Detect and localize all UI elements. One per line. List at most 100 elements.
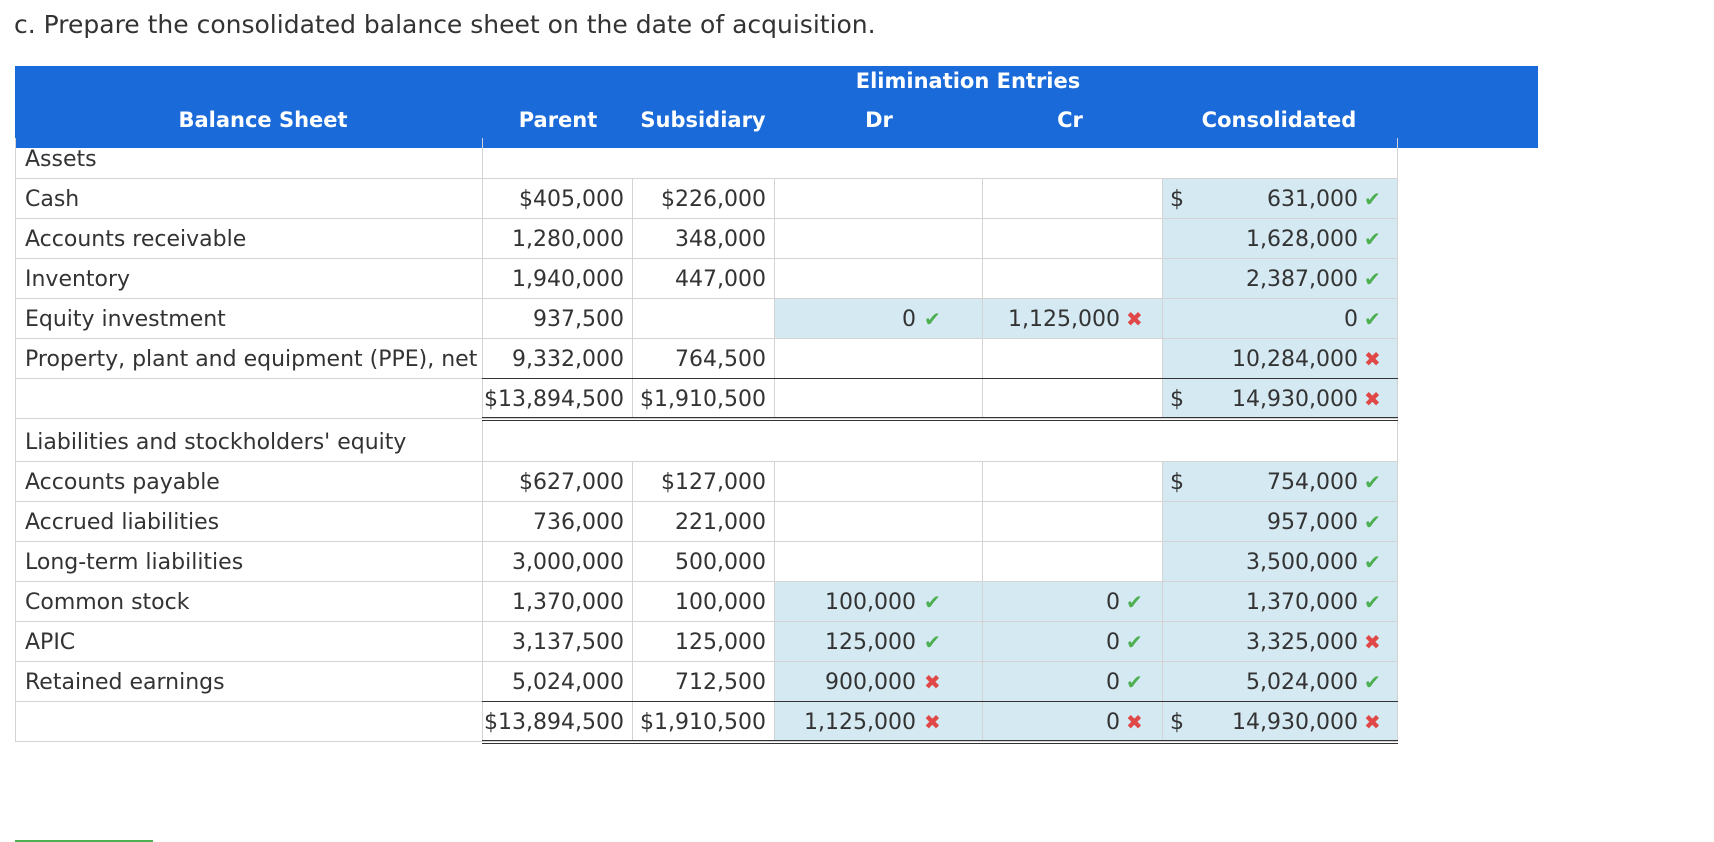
consolidated-input[interactable]: 754,000 [1162, 461, 1358, 503]
header-dr: Dr [865, 108, 893, 132]
header-balance-sheet: Balance Sheet [178, 108, 348, 132]
consolidated-input[interactable]: 1,370,000 [1162, 581, 1358, 623]
header-elimination-entries: Elimination Entries [855, 69, 1081, 93]
parent-value: 3,137,500 [512, 630, 624, 655]
subsidiary-value: 712,500 [675, 670, 766, 695]
consolidated-input[interactable]: 3,325,000 [1162, 621, 1358, 663]
cr-input [982, 501, 1120, 543]
parent-value: $13,894,500 [484, 387, 624, 412]
consolidated-input[interactable]: 14,930,000 [1162, 701, 1358, 743]
check-icon: ✔ [1126, 590, 1143, 614]
parent-value: $405,000 [519, 187, 624, 212]
cr-input[interactable]: 1,125,000 [982, 298, 1120, 340]
total-rule [482, 701, 1398, 702]
row-label [15, 701, 482, 743]
check-icon: ✔ [1364, 470, 1381, 494]
cross-icon: ✖ [1126, 307, 1143, 331]
dr-input [774, 338, 916, 380]
check-icon: ✔ [1364, 670, 1381, 694]
subsidiary-value: $127,000 [661, 470, 766, 495]
consolidated-input[interactable]: 1,628,000 [1162, 218, 1358, 260]
cross-icon: ✖ [1364, 710, 1381, 734]
cr-input[interactable]: 0 [982, 581, 1120, 623]
cross-icon: ✖ [924, 710, 941, 734]
row-label: Cash [25, 187, 80, 212]
dr-input [774, 461, 916, 503]
cross-icon: ✖ [1126, 710, 1143, 734]
check-icon: ✔ [1126, 670, 1143, 694]
double-underline [482, 740, 1398, 744]
dr-input[interactable]: 100,000 [774, 581, 916, 623]
table-border-right [1397, 138, 1398, 741]
dr-input [774, 501, 916, 543]
header-parent: Parent [518, 108, 598, 132]
parent-value: 1,280,000 [512, 227, 624, 252]
check-icon: ✔ [1364, 510, 1381, 534]
cr-input [982, 378, 1120, 420]
cr-input[interactable]: 0 [982, 621, 1120, 663]
consolidated-input[interactable]: 631,000 [1162, 178, 1358, 220]
dr-input[interactable]: 0 [774, 298, 916, 340]
consolidated-input[interactable]: 0 [1162, 298, 1358, 340]
row-label: Property, plant and equipment (PPE), net [25, 347, 478, 372]
subsidiary-value: $1,910,500 [640, 387, 766, 412]
row-label: Accounts receivable [25, 227, 247, 252]
check-icon: ✔ [1364, 550, 1381, 574]
dr-input[interactable]: 1,125,000 [774, 701, 916, 743]
header-subsidiary: Subsidiary [640, 108, 766, 132]
row-label: Accrued liabilities [25, 510, 220, 535]
cr-input[interactable]: 0 [982, 701, 1120, 743]
cr-input [982, 461, 1120, 503]
consolidated-input[interactable]: 14,930,000 [1162, 378, 1358, 420]
check-icon: ✔ [924, 630, 941, 654]
table-header: Balance Sheet Parent Subsidiary Eliminat… [15, 66, 1538, 148]
dr-input [774, 378, 916, 420]
parent-value: $13,894,500 [484, 710, 624, 735]
cross-icon: ✖ [1364, 630, 1381, 654]
consolidated-input[interactable]: 5,024,000 [1162, 661, 1358, 703]
subsidiary-value: 100,000 [675, 590, 766, 615]
consolidated-input[interactable]: 10,284,000 [1162, 338, 1358, 380]
dr-input [774, 218, 916, 260]
subsidiary-value: 764,500 [675, 347, 766, 372]
cr-input[interactable]: 0 [982, 661, 1120, 703]
check-icon: ✔ [1364, 307, 1381, 331]
cross-icon: ✖ [1364, 387, 1381, 411]
parent-value: 1,370,000 [512, 590, 624, 615]
row-label: Common stock [25, 590, 190, 615]
subsidiary-value: $226,000 [661, 187, 766, 212]
row-label: Inventory [25, 267, 131, 292]
header-cr: Cr [1057, 108, 1083, 132]
subsidiary-value: 348,000 [675, 227, 766, 252]
cr-input [982, 178, 1120, 220]
row-label: Accounts payable [25, 470, 220, 495]
cross-icon: ✖ [924, 670, 941, 694]
parent-value: 1,940,000 [512, 267, 624, 292]
subsidiary-value: $1,910,500 [640, 710, 766, 735]
consolidated-input[interactable]: 957,000 [1162, 501, 1358, 543]
subsidiary-value: 447,000 [675, 267, 766, 292]
consolidated-input[interactable]: 2,387,000 [1162, 258, 1358, 300]
dr-input [774, 541, 916, 583]
cr-input [982, 338, 1120, 380]
parent-value: $627,000 [519, 470, 624, 495]
header-consolidated: Consolidated [1201, 108, 1357, 132]
cr-input [982, 258, 1120, 300]
row-label: Long-term liabilities [25, 550, 244, 575]
parent-value: 3,000,000 [512, 550, 624, 575]
dr-input [774, 258, 916, 300]
question-title: c. Prepare the consolidated balance shee… [14, 10, 876, 39]
check-icon: ✔ [1126, 630, 1143, 654]
double-underline [482, 417, 1398, 421]
parent-value: 736,000 [533, 510, 624, 535]
total-rule [482, 378, 1398, 379]
check-icon: ✔ [924, 307, 941, 331]
row-label [15, 378, 482, 420]
parent-value: 937,500 [533, 307, 624, 332]
consolidated-input[interactable]: 3,500,000 [1162, 541, 1358, 583]
dr-input[interactable]: 900,000 [774, 661, 916, 703]
section-liabilities: Liabilities and stockholders' equity [25, 430, 407, 455]
dr-input[interactable]: 125,000 [774, 621, 916, 663]
cr-input [982, 541, 1120, 583]
check-icon: ✔ [1364, 227, 1381, 251]
